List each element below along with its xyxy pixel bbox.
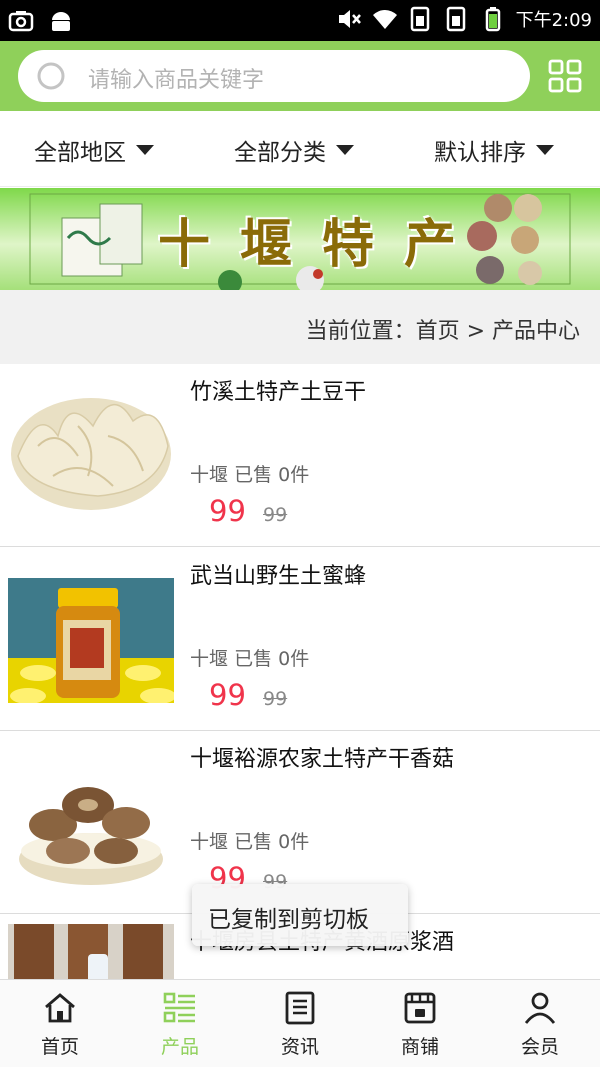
search-header: 请输入商品关键字	[0, 41, 600, 111]
bottom-nav: 首页 产品 资讯 商铺 会员	[0, 979, 600, 1067]
nav-label: 产品	[160, 1036, 199, 1058]
search-icon	[37, 62, 65, 90]
product-meta: 十堰 已售 0件	[190, 644, 309, 671]
product-list-icon	[163, 992, 195, 1023]
news-icon	[285, 991, 315, 1025]
product-title: 武当山野生土蜜蜂	[190, 564, 367, 589]
clock: 下午2:09	[515, 10, 592, 31]
status-bar: 下午2:09	[0, 0, 600, 41]
nav-label: 资讯	[280, 1036, 319, 1058]
promo-banner[interactable]: 十堰特产	[0, 188, 600, 290]
product-sold: 已售 0件	[234, 464, 310, 486]
filter-label: 全部地区	[34, 140, 126, 166]
product-image	[8, 924, 174, 979]
grid-menu-icon[interactable]	[548, 59, 582, 93]
breadcrumb: 当前位置：首页 > 产品中心	[0, 290, 600, 364]
mute-icon	[338, 10, 361, 28]
product-image	[8, 578, 174, 703]
filter-category[interactable]: 全部分类	[234, 133, 354, 167]
android-icon	[52, 12, 70, 31]
product-original-price: 99	[263, 504, 288, 526]
nav-label: 商铺	[400, 1036, 439, 1058]
toast-text: 已复制到剪切板	[208, 907, 369, 933]
product-sold: 已售 0件	[234, 831, 310, 853]
filter-label: 默认排序	[434, 140, 526, 166]
breadcrumb-text: 当前位置：首页 > 产品中心	[305, 319, 580, 344]
dropdown-arrow-icon	[136, 145, 154, 155]
dropdown-arrow-icon	[536, 145, 554, 155]
nav-item-shop[interactable]: 商铺	[360, 980, 480, 1068]
home-icon	[45, 993, 75, 1023]
filter-sort[interactable]: 默认排序	[434, 133, 554, 167]
product-original-price: 99	[263, 688, 288, 710]
search-input[interactable]: 请输入商品关键字	[18, 50, 530, 102]
product-location: 十堰	[190, 831, 229, 853]
shop-icon	[404, 992, 436, 1024]
screenshot-icon	[8, 11, 34, 32]
product-title: 竹溪土特产土豆干	[190, 380, 367, 405]
product-meta: 十堰 已售 0件	[190, 460, 309, 487]
banner-title: 十堰特产	[158, 214, 487, 275]
filter-label: 全部分类	[234, 140, 326, 166]
product-location: 十堰	[190, 464, 229, 486]
dropdown-arrow-icon	[336, 145, 354, 155]
filter-region[interactable]: 全部地区	[34, 133, 154, 167]
product-price: 99	[209, 494, 246, 528]
toast-message: 已复制到剪切板	[192, 884, 408, 946]
product-title: 十堰裕源农家土特产干香菇	[190, 747, 455, 772]
signal-icon	[446, 6, 465, 32]
product-location: 十堰	[190, 648, 229, 670]
product-item[interactable]: 竹溪土特产土豆干 十堰 已售 0件 99 99	[0, 364, 600, 547]
product-item[interactable]: 武当山野生土蜜蜂 十堰 已售 0件 99 99	[0, 548, 600, 731]
product-price: 99	[209, 678, 246, 712]
signal-icon	[410, 6, 429, 32]
nav-label: 首页	[40, 1036, 79, 1058]
nav-item-member[interactable]: 会员	[480, 980, 600, 1068]
filter-bar: 全部地区 全部分类 默认排序	[0, 111, 600, 187]
product-image	[8, 386, 174, 511]
nav-item-home[interactable]: 首页	[0, 980, 120, 1068]
member-icon	[524, 992, 556, 1024]
search-placeholder: 请输入商品关键字	[88, 68, 265, 93]
nav-item-products[interactable]: 产品	[120, 980, 240, 1068]
nav-item-news[interactable]: 资讯	[240, 980, 360, 1068]
nav-label: 会员	[520, 1036, 559, 1058]
wifi-icon	[372, 10, 397, 30]
product-image	[8, 767, 174, 892]
product-sold: 已售 0件	[234, 648, 310, 670]
battery-icon	[485, 7, 500, 32]
product-meta: 十堰 已售 0件	[190, 827, 309, 854]
